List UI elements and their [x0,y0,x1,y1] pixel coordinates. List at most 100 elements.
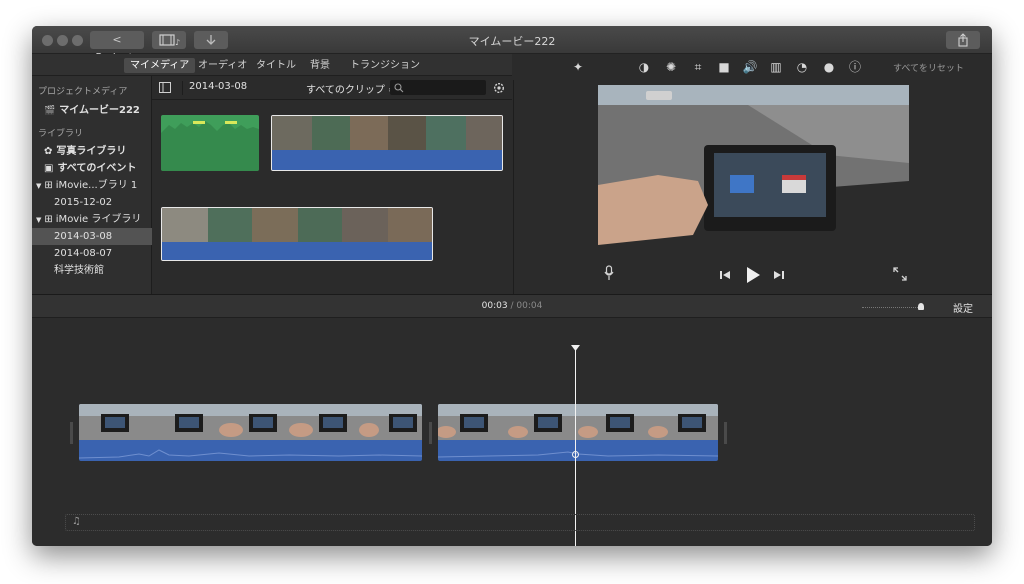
skip-forward-icon[interactable] [773,269,785,281]
clip-thumbnail [388,116,426,150]
disclosure-triangle-icon: ▼ [36,182,42,190]
clip-thumbnail [359,404,422,440]
project-media-header: プロジェクトメディア [38,87,128,97]
library-sidebar: プロジェクトメディア 🎬 マイムービー222 ライブラリ ✿ 写真ライブラリ ▣ すべ… [32,76,152,294]
library-grid-icon: ⊞ [44,180,53,191]
sidebar-item-label: iMovie...ブラリ 1 [55,180,138,191]
minimize-window-button[interactable] [57,35,68,46]
clip-thumbnail [508,404,578,440]
timeline-clip-1[interactable] [79,404,422,461]
info-icon[interactable]: ⓘ [848,60,862,74]
video-preview [598,85,909,259]
toolbar-divider [182,81,183,95]
projects-button[interactable]: < Projects [90,31,144,64]
viewer-pane [513,80,992,294]
tab-audio[interactable]: オーディオ [192,58,253,73]
clip-thumbnail [298,208,342,242]
tab-titles[interactable]: タイトル [250,58,302,73]
sidebar-item-event-2014-03-08[interactable]: 2014-03-08 [32,228,152,245]
speed-icon[interactable]: ◔ [795,60,809,74]
clip-trim-handle-left[interactable] [70,422,73,444]
audio-waveform [162,244,432,260]
clip-thumbnail [388,208,432,242]
playhead-handle[interactable] [572,451,579,458]
adjustments-toolbar: ✦ ◑ ✺ ⌗ ■ 🔊 ▥ ◔ ● ⓘ すべてをリセット [513,54,992,80]
clip-thumbnail [208,208,252,242]
clip-thumbnail [272,116,312,150]
skip-back-icon[interactable] [719,269,731,281]
tab-backgrounds[interactable]: 背景 [304,58,336,73]
audio-waveform [438,451,718,458]
clip-thumbnail [648,404,718,440]
clip-thumbnail [149,404,219,440]
volume-icon[interactable]: 🔊 [741,60,759,74]
clip-thumbnail [219,404,289,440]
flower-icon: ✿ [44,146,53,157]
share-icon [958,33,968,47]
magic-wand-icon[interactable]: ✦ [571,60,585,74]
sidebar-toggle-icon[interactable] [159,82,171,93]
import-media-button[interactable]: ♪ [152,31,186,49]
sidebar-item-label: iMovie ライブラリ [55,214,142,225]
sidebar-item-event-science-museum[interactable]: 科学技術館 [32,262,152,279]
total-time: 00:04 [516,301,543,311]
zoom-slider-knob[interactable] [918,303,924,310]
browser-clip-green[interactable] [161,115,259,171]
clip-thumbnail [426,116,466,150]
sidebar-item-project[interactable]: 🎬 マイムービー222 [32,102,152,119]
music-note-icon: ♫ [72,516,81,527]
audio-waveform [161,121,259,171]
zoom-slider[interactable] [862,302,924,310]
sidebar-item-event-2014-08-07[interactable]: 2014-08-07 [32,245,152,262]
clip-trim-handle-right[interactable] [724,422,727,444]
palette-icon[interactable]: ✺ [664,60,678,74]
filter-icon[interactable]: ● [822,60,836,74]
close-window-button[interactable] [42,35,53,46]
tab-transitions[interactable]: トランジション [344,58,426,73]
search-input[interactable] [390,80,486,95]
sidebar-item-library-1[interactable]: ▼ ⊞ iMovie...ブラリ 1 [32,177,152,194]
color-balance-icon[interactable]: ◑ [637,60,651,74]
tab-my-media[interactable]: マイメディア [124,58,196,73]
microphone-icon[interactable] [603,265,615,281]
zoom-slider-track [862,307,920,308]
share-button[interactable] [946,31,980,49]
preview-frame-image [598,85,909,259]
clip-thumbnail [312,116,350,150]
sidebar-item-photos-library[interactable]: ✿ 写真ライブラリ [32,143,152,160]
play-icon[interactable] [745,266,761,284]
equalizer-icon[interactable]: ▥ [769,60,783,74]
event-icon: ▣ [44,163,54,174]
browser-clip-classroom-1[interactable] [271,115,503,171]
fullscreen-icon[interactable] [893,267,907,281]
playhead-marker-icon[interactable] [571,345,580,352]
gear-icon[interactable] [492,81,506,95]
svg-text:♪: ♪ [175,38,180,47]
clip-thumbnail [342,208,388,242]
audio-waveform [272,154,502,170]
sidebar-item-label: すべてのイベント [57,163,137,174]
clapper-icon: 🎬 [44,106,56,116]
sidebar-item-event-2015-12-02[interactable]: 2015-12-02 [32,194,152,211]
clip-trim-handle-middle[interactable] [429,422,432,444]
browser-clip-classroom-2[interactable] [161,207,433,261]
download-button[interactable] [194,31,228,49]
download-arrow-icon [206,35,216,45]
clip-thumbnail [466,116,502,150]
sidebar-item-all-events[interactable]: ▣ すべてのイベント [32,160,152,177]
settings-button[interactable]: 設定 [953,300,973,315]
music-track[interactable]: ♫ [65,514,975,531]
sidebar-item-imovie-library[interactable]: ▼ ⊞ iMovie ライブラリ [32,211,152,228]
stabilize-icon[interactable]: ■ [717,60,731,74]
zoom-window-button[interactable] [72,35,83,46]
media-tabs-bar: マイメディア オーディオ タイトル 背景 トランジション [32,54,512,76]
clip-thumbnail [578,404,648,440]
crop-icon[interactable]: ⌗ [691,60,705,74]
reset-all-button[interactable]: すべてをリセット [893,61,964,74]
sidebar-item-label: マイムービー222 [59,105,140,116]
search-icon [394,83,404,93]
clip-filter-select[interactable]: すべてのクリップ ≎ [306,81,396,96]
library-grid-icon: ⊞ [44,214,53,225]
imovie-window: < Projects ♪ マイムービー222 マイメディア オーディオ タイトル… [32,26,992,546]
film-icon: ♪ [159,34,180,47]
